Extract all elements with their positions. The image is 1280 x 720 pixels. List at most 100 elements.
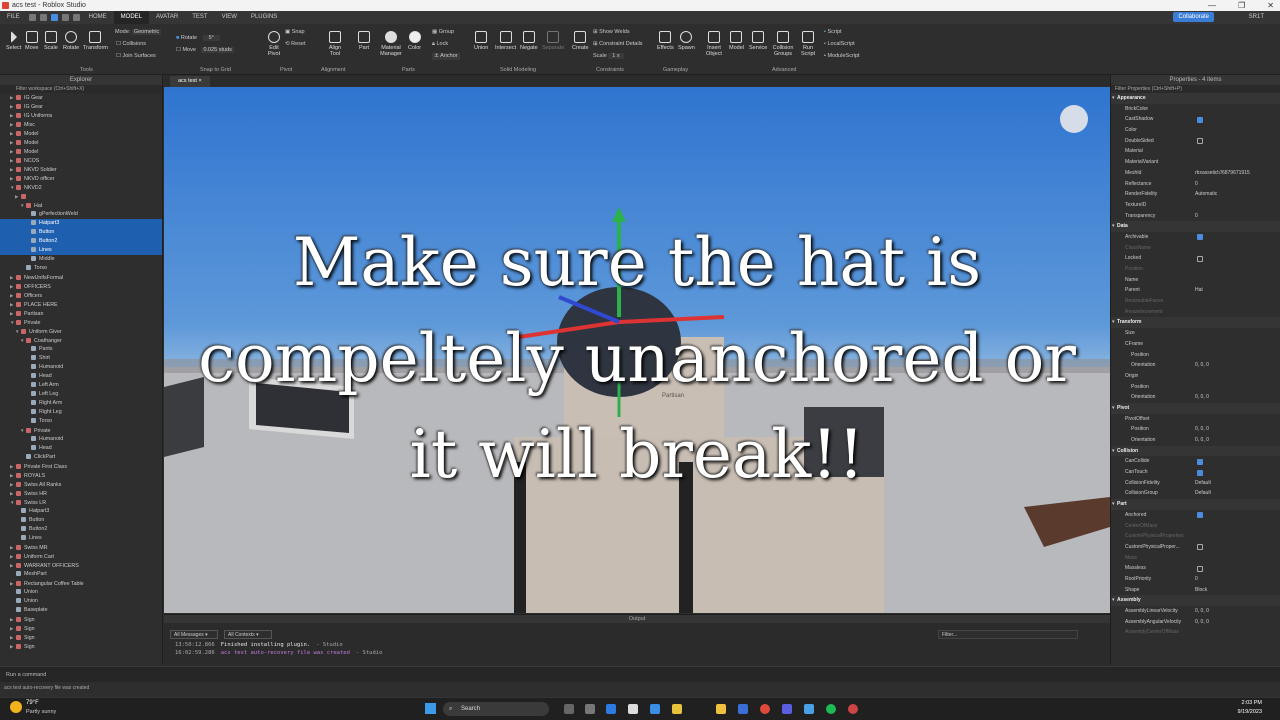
material-manager-button[interactable]: Material Manager: [378, 31, 404, 57]
explorer-item[interactable]: Torso: [0, 264, 162, 273]
property-row[interactable]: MeshId rbxassetid://6879671915: [1111, 168, 1280, 179]
transform-tool-button[interactable]: Transform: [83, 31, 108, 51]
explorer-item[interactable]: gPerfectionWeld: [0, 210, 162, 219]
explorer-item[interactable]: Baseplate: [0, 606, 162, 615]
collapse-icon[interactable]: ▾: [1112, 595, 1115, 606]
explorer-item[interactable]: Right Leg: [0, 408, 162, 417]
explorer-item[interactable]: Head: [0, 372, 162, 381]
sticky-notes-icon[interactable]: [672, 704, 682, 714]
undo-icon[interactable]: [61, 14, 69, 21]
scale-tool-button[interactable]: Scale: [44, 31, 58, 51]
weather-desc[interactable]: Partly sunny: [26, 709, 56, 715]
property-value[interactable]: 0, 0, 0: [1195, 617, 1209, 628]
explorer-item[interactable]: ▶ Partisan: [0, 309, 162, 318]
property-checkbox[interactable]: [1197, 469, 1203, 476]
play-icon[interactable]: [50, 14, 58, 21]
collapse-icon[interactable]: ▾: [1112, 317, 1115, 328]
anchor-button[interactable]: ⚓︎ Anchor: [432, 53, 460, 60]
create-constraint-button[interactable]: Create: [572, 31, 589, 51]
explorer-item[interactable]: ▶ Private First Class: [0, 462, 162, 471]
explorer-item[interactable]: Hatpart3: [0, 507, 162, 516]
explorer-item[interactable]: ▼ Private: [0, 426, 162, 435]
explorer-item[interactable]: ▶ NKVD officer: [0, 174, 162, 183]
property-value[interactable]: 0, 0, 0: [1195, 606, 1209, 617]
property-row[interactable]: Origin: [1111, 371, 1280, 382]
part-button[interactable]: Part: [358, 31, 370, 51]
collisions-checkbox[interactable]: ☐ Collisions: [116, 41, 146, 48]
property-row[interactable]: Anchored: [1111, 510, 1280, 521]
property-value[interactable]: Default: [1195, 478, 1211, 489]
tab-home[interactable]: HOME: [82, 11, 114, 24]
explorer-item[interactable]: ▶ IG Uniforms: [0, 111, 162, 120]
property-row[interactable]: CastShadow: [1111, 114, 1280, 125]
property-row[interactable]: CanCollide: [1111, 456, 1280, 467]
explorer-item[interactable]: ▶ Swiss All Ranks: [0, 480, 162, 489]
explorer-item[interactable]: ClickPart: [0, 453, 162, 462]
property-row[interactable]: Position 0, 0, 0: [1111, 424, 1280, 435]
close-button[interactable]: ✕: [1267, 0, 1274, 11]
explorer-item[interactable]: Button2: [0, 237, 162, 246]
property-row[interactable]: RootPriority 0: [1111, 574, 1280, 585]
explorer-item[interactable]: Union: [0, 597, 162, 606]
explorer-item[interactable]: ▼ Private: [0, 318, 162, 327]
tab-model[interactable]: MODEL: [113, 10, 150, 25]
start-button[interactable]: [425, 703, 436, 714]
collapse-icon[interactable]: ▾: [1112, 446, 1115, 457]
property-row[interactable]: CustomPhysicalProper...: [1111, 542, 1280, 553]
property-checkbox[interactable]: [1197, 544, 1203, 551]
explorer-item[interactable]: Middle: [0, 255, 162, 264]
explorer-item[interactable]: ▼ Coathanger: [0, 336, 162, 345]
property-value[interactable]: rbxassetid://6879671915: [1195, 168, 1250, 179]
property-checkbox[interactable]: [1197, 458, 1203, 465]
reset-pivot-button[interactable]: ⟲ Reset: [285, 41, 306, 48]
property-row[interactable]: Orientation 0, 0, 0: [1111, 360, 1280, 371]
explorer-item[interactable]: ▼ Hat: [0, 201, 162, 210]
property-value[interactable]: Automatic: [1195, 189, 1217, 200]
collapse-icon[interactable]: ▾: [1112, 221, 1115, 232]
explorer-item[interactable]: Button2: [0, 525, 162, 534]
app-icon[interactable]: [628, 704, 638, 714]
property-row[interactable]: CustomPhysicalProperties: [1111, 531, 1280, 542]
mode-selector[interactable]: Mode: Geometric: [115, 29, 162, 36]
save-icon[interactable]: [28, 14, 36, 21]
property-row[interactable]: Orientation 0, 0, 0: [1111, 392, 1280, 403]
script-button[interactable]: ▪ Script: [824, 29, 842, 36]
property-value[interactable]: 0: [1195, 179, 1198, 190]
property-row[interactable]: DoubleSided: [1111, 136, 1280, 147]
tab-avatar[interactable]: AVATAR: [149, 11, 185, 24]
move-tool-button[interactable]: Move: [25, 31, 38, 51]
explorer-item[interactable]: Shirt: [0, 354, 162, 363]
viewcube[interactable]: [1060, 105, 1088, 133]
property-value[interactable]: 0: [1195, 211, 1198, 222]
explorer-item[interactable]: ▶ NewUnifsFormal: [0, 273, 162, 282]
explorer-item[interactable]: ▶ Misc: [0, 120, 162, 129]
chat-icon[interactable]: [585, 704, 595, 714]
minimize-button[interactable]: —: [1208, 0, 1216, 11]
property-value[interactable]: 0, 0, 0: [1195, 424, 1209, 435]
explorer-item[interactable]: ▶ Model: [0, 129, 162, 138]
property-row[interactable]: Color: [1111, 125, 1280, 136]
property-row[interactable]: AssemblyCenterOfMass: [1111, 627, 1280, 638]
property-row[interactable]: Position: [1111, 382, 1280, 393]
explorer-item[interactable]: ▶ PLACE HERE: [0, 300, 162, 309]
property-value[interactable]: 0, 0, 0: [1195, 392, 1209, 403]
explorer-item[interactable]: Left Leg: [0, 390, 162, 399]
property-row[interactable]: ResizeableFaces: [1111, 296, 1280, 307]
discord-icon[interactable]: [782, 704, 792, 714]
explorer-item[interactable]: ▶ Sign: [0, 642, 162, 651]
property-row[interactable]: Shape Block: [1111, 585, 1280, 596]
model-button[interactable]: Model: [729, 31, 744, 51]
property-checkbox[interactable]: [1197, 565, 1203, 572]
property-value[interactable]: 0, 0, 0: [1195, 360, 1209, 371]
collaborate-button[interactable]: Collaborate: [1173, 12, 1214, 22]
explorer-item[interactable]: Union: [0, 588, 162, 597]
output-filter-input[interactable]: Filter...: [938, 630, 1078, 639]
context-filter-dropdown[interactable]: All Contexts ▾: [224, 630, 272, 639]
effects-button[interactable]: Effects: [657, 31, 674, 51]
property-row[interactable]: BrickColor: [1111, 104, 1280, 115]
explorer-item[interactable]: ▶: [0, 192, 162, 201]
mail-icon[interactable]: [650, 704, 660, 714]
constraint-scale[interactable]: Scale 1 x: [593, 53, 624, 60]
property-value[interactable]: Block: [1195, 585, 1207, 596]
property-value[interactable]: Default: [1195, 488, 1211, 499]
